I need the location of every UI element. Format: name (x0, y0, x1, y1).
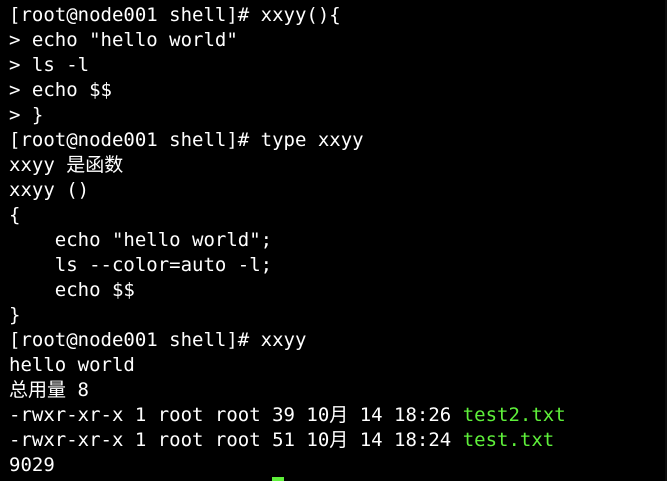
terminal-line: > echo $$ (9, 79, 112, 101)
terminal-line: xxyy 是函数 (9, 154, 124, 176)
file-name-test: test.txt (462, 429, 555, 451)
terminal-line: 9029 (9, 454, 55, 476)
file-name-test2: test2.txt (462, 404, 566, 426)
terminal-line: { (9, 204, 21, 226)
terminal-line: hello world (9, 354, 135, 376)
terminal-line: [root@node001 shell]# type xxyy (9, 129, 364, 151)
terminal-cursor (272, 477, 284, 481)
file-listing-text: -rwxr-xr-x 1 root root 39 10月 14 18:26 (9, 404, 463, 426)
terminal-line: > echo "hello world" (9, 29, 238, 51)
terminal-line: xxyy () (9, 179, 90, 201)
terminal-line: -rwxr-xr-x 1 root root 39 10月 14 18:26 t… (9, 403, 566, 428)
terminal-line: > ls -l (9, 54, 90, 76)
terminal-line: ls --color=auto -l; (9, 254, 273, 276)
terminal-line: [root@node001 shell]# xxyy(){ (9, 4, 341, 26)
terminal-line: } (9, 304, 21, 326)
terminal-window[interactable]: [root@node001 shell]# xxyy(){ > echo "he… (0, 0, 667, 481)
terminal-line: [root@node001 shell]# xxyy (9, 329, 307, 351)
terminal-line: echo "hello world"; (9, 229, 273, 251)
terminal-line: echo $$ (9, 279, 135, 301)
file-listing-text: -rwxr-xr-x 1 root root 51 10月 14 18:24 (9, 429, 463, 451)
terminal-line: -rwxr-xr-x 1 root root 51 10月 14 18:24 t… (9, 428, 554, 453)
terminal-line: 总用量 8 (9, 379, 89, 401)
terminal-line: > } (9, 104, 44, 126)
